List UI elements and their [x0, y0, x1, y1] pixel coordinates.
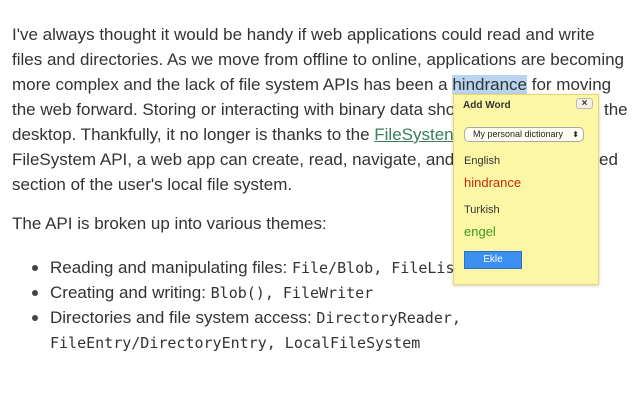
text: Reading and manipulating files: — [50, 258, 292, 277]
code: File/Blob, FileLis — [291, 259, 455, 277]
text-fragment: ed — [599, 150, 618, 169]
bullet-icon — [32, 315, 38, 321]
text-line: section of the user's local file system. — [12, 175, 293, 194]
text-line: FileSystem API, a web app can create, re… — [12, 150, 455, 169]
text-line: files and directories. As we move from o… — [12, 50, 625, 69]
target-language-label: Turkish — [464, 204, 500, 216]
popup-title: Add Word — [463, 100, 511, 111]
target-word[interactable]: engel — [464, 224, 496, 239]
text-line: I've always thought it would be handy if… — [12, 25, 595, 44]
list-item: Reading and manipulating files: File/Blo… — [50, 255, 455, 281]
add-button[interactable]: Ekle — [464, 251, 522, 269]
text-fragment: the — [604, 100, 628, 119]
code: Blob(), FileWriter — [210, 284, 374, 302]
list-item: Directories and file system access: Dire… — [50, 305, 461, 331]
text: for moving — [527, 75, 612, 94]
text: Creating and writing: — [50, 283, 211, 302]
paragraph: The API is broken up into various themes… — [12, 214, 327, 233]
filesystem-link[interactable]: FileSysten — [374, 125, 453, 144]
code: DirectoryReader, — [316, 309, 461, 327]
source-language-label: English — [464, 155, 501, 167]
text-line: the web forward. Storing or interacting … — [12, 100, 456, 119]
add-word-popup: Add Word × My personal dictionary ⬍ Engli… — [453, 94, 599, 285]
code: FileEntry/DirectoryEntry, LocalFileSyste… — [50, 334, 421, 352]
dictionary-select[interactable]: My personal dictionary ⬍ — [464, 127, 584, 142]
source-word: hindrance — [464, 175, 522, 190]
text: more complex and the lack of file system… — [12, 75, 453, 94]
text: Directories and file system access: — [50, 308, 317, 327]
dictionary-value: My personal dictionary — [473, 129, 564, 139]
bullet-icon — [32, 265, 38, 271]
bullet-icon — [32, 290, 38, 296]
close-button[interactable]: × — [576, 98, 593, 109]
list-item: Creating and writing: Blob(), FileWriter — [50, 280, 373, 306]
text: desktop. Thankfully, it no longer is tha… — [12, 125, 375, 144]
text-line: desktop. Thankfully, it no longer is tha… — [12, 122, 454, 147]
selected-word[interactable]: hindrance — [452, 75, 528, 94]
select-arrows-icon: ⬍ — [572, 130, 579, 139]
list-item-continuation: FileEntry/DirectoryEntry, LocalFileSyste… — [50, 330, 420, 356]
